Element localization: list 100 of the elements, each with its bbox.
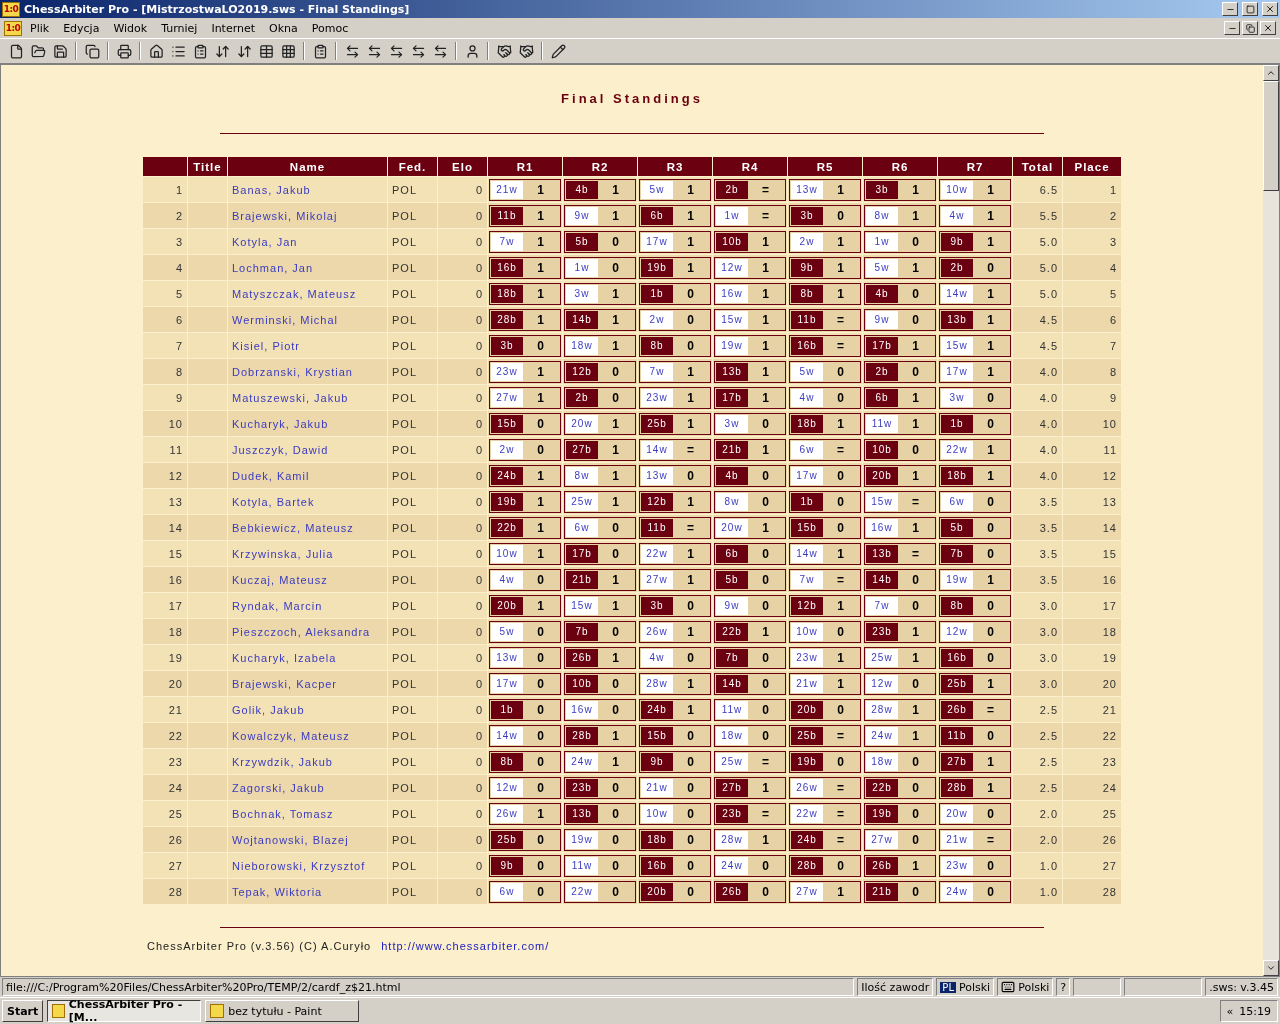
opponent-tag: 21b [716,440,748,459]
result-score: 1 [536,363,546,381]
menu-item[interactable]: Edycja [57,19,106,37]
opponent-tag: 9w [866,310,898,329]
menu-item[interactable]: Pomoc [305,19,355,37]
result-score: 1 [986,675,996,693]
result-score: 0 [686,883,696,901]
result-score: 0 [761,649,771,667]
result-score: 1 [761,233,771,251]
menu-item[interactable]: Okna [263,19,304,37]
opponent-tag: 7w [791,570,823,589]
tray-expand-button[interactable]: « [1226,1004,1234,1018]
result-score: 0 [761,675,771,693]
table-cell: POL [388,749,437,774]
table-cell: 0 [438,593,487,618]
help-button[interactable]: ? [1056,978,1071,996]
result-score: 1 [686,259,696,277]
result-score: 1 [536,545,546,563]
result-score: 1 [611,649,621,667]
menu-item[interactable]: Widok [107,19,154,37]
result-score: 1 [761,311,771,329]
result-score: = [836,571,846,589]
opponent-tag: 26b [941,700,973,719]
opponent-tag: 23w [941,856,973,875]
website-link[interactable]: http://www.chessarbiter.com/ [381,940,550,952]
result-score: 1 [686,233,696,251]
result-score: = [836,831,846,849]
table-cell: 20 [1063,671,1121,696]
result-score: 1 [686,389,696,407]
minimize-button[interactable] [1224,21,1240,35]
opponent-tag: 15b [641,726,673,745]
table-cell: 20 [143,671,187,696]
result-score: 0 [911,597,921,615]
result-score: 0 [911,831,921,849]
maximize-icon [1245,4,1255,14]
opponent-tag: 3b [491,336,523,355]
start-button[interactable]: Start [2,1000,44,1022]
restore-button[interactable] [1242,21,1258,35]
table-cell: POL [388,541,437,566]
result-score: 0 [986,727,996,745]
table-cell: 0 [438,671,487,696]
maximize-button[interactable] [1242,2,1258,16]
result-score: = [911,493,921,511]
table-cell: 17 [143,593,187,618]
opponent-tag: 7w [866,596,898,615]
table-cell: 16 [143,567,187,592]
opponent-tag: 19w [716,336,748,355]
result-score: 1 [986,753,996,771]
taskbar-button[interactable]: ChessArbiter Pro - [M... [47,1000,202,1022]
result-score: 0 [986,493,996,511]
table-cell: 6 [143,307,187,332]
result-score: 0 [611,389,621,407]
taskbar-button[interactable]: bez tytułu - Paint [205,1000,360,1022]
opponent-tag: 3b [641,596,673,615]
close-button[interactable] [1262,2,1278,16]
menu-item[interactable]: Internet [205,19,262,37]
opponent-tag: 6w [791,440,823,459]
opponent-tag: 13w [641,466,673,485]
table-cell: 0 [438,281,487,306]
opponent-tag: 21w [791,674,823,693]
table-cell: POL [388,281,437,306]
column-header: R2 [563,157,637,176]
result-score: 1 [536,493,546,511]
opponent-tag: 12w [866,674,898,693]
table-cell: 4.0 [1013,359,1062,384]
scroll-down-button[interactable] [1263,960,1279,976]
table-cell: 2.0 [1013,801,1062,826]
language-label: Polski [958,980,991,994]
result-score: 0 [686,779,696,797]
opponent-tag: 16w [866,518,898,537]
opponent-tag: 4w [641,648,673,667]
result-score: 1 [986,571,996,589]
result-score: 0 [836,493,846,511]
table-cell: 27 [143,853,187,878]
opponent-tag: 17b [866,336,898,355]
result-score: 0 [986,597,996,615]
opponent-tag: 17w [491,674,523,693]
table-cell: 2 [1063,203,1121,228]
close-button[interactable] [1260,21,1276,35]
table-cell: POL [388,463,437,488]
opponent-tag: 2b [941,258,973,277]
table-cell: POL [388,489,437,514]
result-score: 1 [611,441,621,459]
table-cell: 25 [143,801,187,826]
result-score: 1 [761,363,771,381]
menu-item[interactable]: Plik [24,19,56,37]
opponent-tag: 11b [491,206,523,225]
opponent-tag: 4b [866,284,898,303]
opponent-tag: 12b [641,492,673,511]
table-cell: 3.5 [1013,515,1062,540]
opponent-tag: 4b [566,180,598,199]
minimize-button[interactable] [1222,2,1238,16]
result-score: 1 [986,337,996,355]
scroll-thumb[interactable] [1263,81,1279,191]
table-cell: 10 [1063,411,1121,436]
menu-item[interactable]: Turniej [155,19,204,37]
table-cell: 23 [1063,749,1121,774]
scroll-up-button[interactable] [1263,65,1279,81]
table-cell: 0 [438,645,487,670]
opponent-tag: 13b [566,804,598,823]
